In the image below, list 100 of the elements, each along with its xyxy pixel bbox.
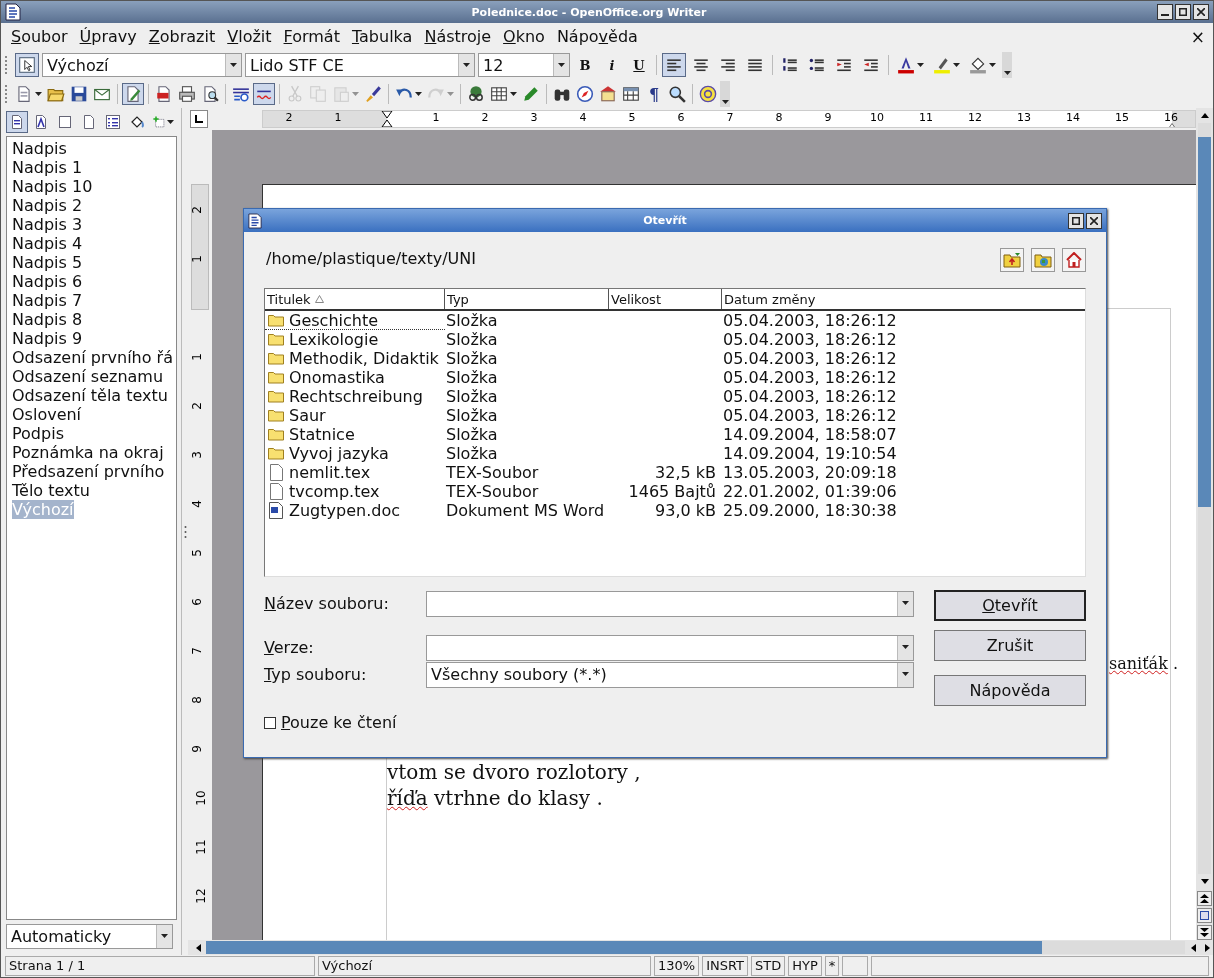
close-document-button[interactable]: × [1182,26,1213,47]
style-filter-dropdown[interactable]: Automaticky [6,924,173,949]
dialog-button[interactable]: Zrušit [934,630,1086,661]
dialog-button[interactable]: Nápověda [934,675,1086,706]
pointer-button[interactable] [15,53,39,77]
style-item[interactable]: Nadpis 6 [12,272,83,291]
style-item[interactable]: Nadpis 4 [12,234,83,253]
style-item[interactable]: Odsazení seznamu [12,367,164,386]
font-name-box[interactable]: Lido STF CE [245,53,475,77]
up-folder-button[interactable] [1000,248,1024,272]
paragraph-style-button[interactable] [6,111,28,133]
menu-item[interactable]: Nástroje [418,27,498,46]
file-name-cell[interactable]: Methodik, Didaktik [265,349,445,368]
paint-bucket-icon [969,56,987,74]
file-name-cell[interactable]: Rechtschreibung [265,387,445,406]
compass-button[interactable] [574,83,596,105]
printer-button[interactable] [176,83,198,105]
indent-marker-icon[interactable] [381,111,393,127]
style-item[interactable]: Oslovení [12,405,82,424]
style-item[interactable]: Nadpis 7 [12,291,83,310]
close-button[interactable] [1086,212,1102,229]
maximize-button[interactable] [1175,4,1191,20]
style-item[interactable]: Nadpis [12,139,67,158]
file-name-cell[interactable]: Geschichte [265,311,445,330]
horizontal-scrollbar[interactable] [188,940,1213,955]
scroll-left-icon[interactable] [1190,943,1196,952]
align-left-button[interactable] [662,53,686,77]
style-item[interactable]: Odsazení těla textu [12,386,168,405]
ruler-number: 11 [193,839,208,855]
style-item[interactable]: Nadpis 3 [12,215,83,234]
home-folder-button[interactable] [1062,248,1086,272]
previous-page-icon[interactable] [1200,894,1209,903]
style-item[interactable]: Poznámka na okraj [12,443,164,462]
dropdown-field[interactable] [426,590,914,617]
file-name-cell[interactable]: Zugtypen.doc [265,501,445,520]
style-item[interactable]: Nadpis 10 [12,177,93,196]
maximize-button[interactable] [1068,212,1084,229]
style-item[interactable]: Tělo textu [12,481,90,500]
file-name-cell[interactable]: Lexikologie [265,330,445,349]
style-item[interactable]: Nadpis 8 [12,310,83,329]
file-name-cell[interactable]: nemlit.tex [265,463,445,482]
vertical-scrollbar[interactable] [1196,108,1213,940]
scroll-left-icon[interactable] [195,943,201,952]
next-page-icon[interactable] [1200,928,1209,937]
pencil-page-button[interactable] [122,83,144,105]
scroll-right-icon[interactable] [1204,943,1210,952]
file-name-cell[interactable]: Saur [265,406,445,425]
status-field: * [824,956,840,976]
underline-button[interactable]: U [627,53,651,77]
formatting-marks-button[interactable]: ¶ [643,83,665,105]
toolbar-overflow-button[interactable] [1002,52,1012,78]
dialog-button[interactable]: Otevřít [934,590,1086,621]
style-item[interactable]: Nadpis 5 [12,253,83,272]
file-name-cell[interactable]: Vyvoj jazyka [265,444,445,463]
help-bubble-button[interactable] [697,83,719,105]
style-item[interactable]: Nadpis 2 [12,196,83,215]
menu-item[interactable]: Soubor [5,27,74,46]
style-item[interactable]: Nadpis 1 [12,158,83,177]
bold-button[interactable]: B [573,53,597,77]
word-document-icon [269,502,283,519]
file-name-cell[interactable]: Statnice [265,425,445,444]
tab-stop-button[interactable] [190,110,208,128]
column-header[interactable]: Titulek [265,289,445,309]
menu-item[interactable]: Vložit [221,27,278,46]
scroll-down-icon[interactable] [1200,879,1209,884]
minimize-button[interactable] [1157,4,1173,20]
menu-item[interactable]: Úpravy [73,27,143,46]
scroll-up-icon[interactable] [1200,113,1209,118]
menu-item[interactable]: Tabulka [345,27,419,46]
dropdown-field[interactable] [426,634,914,661]
search-button[interactable] [666,83,688,105]
file-name-cell[interactable]: tvcomp.tex [265,482,445,501]
style-item[interactable]: Předsazení prvního [12,462,165,481]
paragraph-style-box[interactable]: Výchozí [42,53,242,77]
style-item[interactable]: Nadpis 9 [12,329,83,348]
file-type-cell-text: Složka [445,425,499,444]
ruler-number: 1 [432,112,440,123]
network-folder-button[interactable] [1031,248,1055,272]
dropdown-field[interactable]: Všechny soubory (*.*) [426,661,914,688]
read-only-checkbox[interactable] [264,716,276,729]
page-style-icon [81,114,97,130]
date-modified-cell: 14.09.2004, 18:58:07 [722,425,897,444]
menu-item[interactable]: Zobrazit [142,27,222,46]
indent-marker-icon[interactable] [1166,123,1178,127]
menu-item[interactable]: Formát [277,27,346,46]
menu-item[interactable]: Nápověda [550,27,644,46]
menu-item[interactable]: Okno [497,27,551,46]
column-header[interactable]: Datum změny [722,289,1085,309]
toolbar-overflow-button[interactable] [720,81,730,107]
column-header[interactable]: Velikost [609,289,722,309]
close-button[interactable] [1193,4,1209,20]
column-header[interactable]: Typ [445,289,609,309]
date-modified-cell: 05.04.2003, 18:26:12 [722,330,897,349]
spellcheck-wave-button[interactable] [253,83,275,105]
navigation-icon[interactable] [1200,911,1209,920]
style-item[interactable]: Odsazení prvního řá [12,348,173,367]
font-size-box[interactable]: 12 [478,53,570,77]
style-item[interactable]: Podpis [12,424,64,443]
file-name-cell[interactable]: Onomastika [265,368,445,387]
italic-button[interactable]: i [600,53,624,77]
